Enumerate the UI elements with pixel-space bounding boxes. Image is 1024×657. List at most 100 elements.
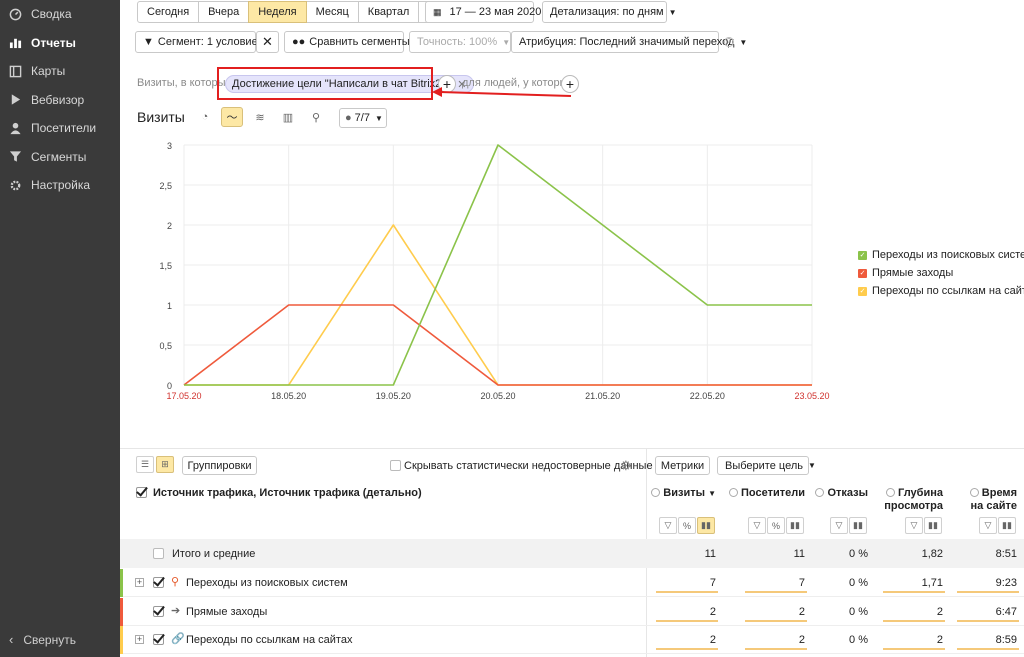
legend-label: Переходы по ссылкам на сайтах <box>872 285 1024 297</box>
value-bar <box>957 620 1019 622</box>
hide-unreliable-checkbox[interactable] <box>390 460 401 471</box>
row-value: 0 % <box>849 634 868 646</box>
date-range-button[interactable]: ▦ 17 — 23 мая 2020 <box>425 1 541 23</box>
column-tool-button[interactable]: ▽ <box>659 517 677 534</box>
column-header[interactable]: Отказы <box>808 487 868 500</box>
column-tool-button[interactable]: ▮▮ <box>998 517 1016 534</box>
period-tab[interactable]: Квартал <box>357 1 420 23</box>
accuracy-dropdown[interactable]: Точность: 100% ▼ <box>409 31 511 53</box>
value-bar <box>883 620 945 622</box>
filter-icon: ▼ <box>143 36 154 48</box>
totals-checkbox[interactable] <box>153 548 164 559</box>
totals-value: 8:51 <box>995 548 1017 560</box>
expand-icon[interactable]: + <box>135 578 144 587</box>
detail-dropdown[interactable]: Детализация: по дням ▼ <box>542 1 677 23</box>
table-row[interactable]: + 🔗 Переходы по ссылкам на сайтах 2 2 0 % 2 8:5… <box>120 626 1024 654</box>
column-tool-button[interactable]: % <box>678 517 696 534</box>
row-value: 7 <box>709 577 716 589</box>
column-header[interactable]: Время на сайте <box>952 487 1017 513</box>
column-header[interactable]: Глубина просмотра <box>868 487 943 513</box>
table-row[interactable]: ➔ Прямые заходы 2 2 0 % 2 6:47 <box>120 598 1024 626</box>
sidebar-item-dashboard[interactable]: Сводка <box>0 0 120 29</box>
area-chart-button[interactable]: ≋ <box>249 107 271 127</box>
period-tab[interactable]: Неделя <box>248 1 307 23</box>
segment-dropdown[interactable]: ▼ Сегмент: 1 условие ▼ <box>135 31 271 53</box>
row-value: 0 % <box>849 606 868 618</box>
y-tick-label: 3 <box>167 141 172 151</box>
column-header[interactable]: Посетители <box>715 487 805 500</box>
legend-item[interactable]: ✓ Прямые заходы <box>858 267 953 279</box>
goal-select-dropdown[interactable]: Выберите цель ▼ <box>717 456 816 475</box>
list-view-button[interactable]: ☰ <box>136 456 154 473</box>
row-checkbox[interactable] <box>153 606 164 617</box>
column-tool-button[interactable]: ▮▮ <box>849 517 867 534</box>
sidebar-item-filter[interactable]: Сегменты <box>0 143 120 172</box>
bar-chart-button[interactable]: ▥ <box>277 107 299 127</box>
gear-icon[interactable]: ⚙ <box>620 458 632 474</box>
period-tab[interactable]: Месяц <box>305 1 359 23</box>
series-selector-dropdown[interactable]: ● 7/7 ▼ <box>339 108 387 128</box>
column-tool-button[interactable]: % <box>767 517 785 534</box>
line-chart-button[interactable]: 〜 <box>221 107 243 127</box>
y-tick-label: 0 <box>167 381 172 391</box>
column-title: Глубина <box>898 487 943 499</box>
bar-chart-icon: ▥ <box>282 111 294 124</box>
clear-segment-button[interactable]: ✕ <box>256 31 279 53</box>
expand-icon[interactable]: + <box>135 635 144 644</box>
column-tool-button[interactable]: ▽ <box>905 517 923 534</box>
bars-icon: ▮▮ <box>853 520 863 530</box>
period-tab[interactable]: Вчера <box>198 1 250 23</box>
column-header[interactable]: Визиты ▼ <box>636 487 716 500</box>
collapse-sidebar-button[interactable]: ‹ Свернуть <box>0 632 120 647</box>
map-pin-icon: ⚲ <box>311 111 321 124</box>
detail-label: Детализация: по дням <box>550 6 664 18</box>
bar-chart-icon <box>9 36 22 49</box>
column-tool-button[interactable]: ▽ <box>979 517 997 534</box>
table-row[interactable]: + ⚲ Переходы из поисковых систем 7 7 0 % 1,71 9… <box>120 569 1024 597</box>
bars-icon: ▮▮ <box>1002 520 1012 530</box>
metrics-button[interactable]: Метрики <box>655 456 710 475</box>
compare-segments-dropdown[interactable]: ●● Сравнить сегменты ▼ <box>284 31 423 53</box>
column-tool-button[interactable]: ▽ <box>748 517 766 534</box>
pie-chart-button[interactable]: ◔ <box>194 107 216 127</box>
help-icon[interactable]: ? <box>724 37 734 47</box>
row-value: 2 <box>798 606 805 618</box>
row-checkbox[interactable] <box>153 577 164 588</box>
dimension-checkbox[interactable] <box>136 487 147 498</box>
sidebar-item-label: Отчеты <box>31 35 76 50</box>
column-tool-button[interactable]: ▽ <box>830 517 848 534</box>
chevron-down-icon: ▼ <box>668 7 677 17</box>
column-tool-button[interactable]: ▮▮ <box>924 517 942 534</box>
dimension-header: Источник трафика, Источник трафика (дета… <box>153 487 422 499</box>
sidebar-item-bar-chart[interactable]: Отчеты <box>0 29 120 58</box>
calendar-icon: ▦ <box>433 6 442 17</box>
segment-label: Сегмент: 1 условие <box>157 36 258 48</box>
binoculars-icon: ●● <box>292 36 306 48</box>
sidebar-item-person[interactable]: Посетители <box>0 114 120 143</box>
groupings-label: Группировки <box>187 459 252 472</box>
filter-icon: ▽ <box>910 520 918 530</box>
column-tool-button[interactable]: ▮▮ <box>697 517 715 534</box>
groupings-button[interactable]: Группировки <box>182 456 257 475</box>
row-color-bar <box>120 569 123 597</box>
legend-item[interactable]: ✓ Переходы по ссылкам на сайтах <box>858 285 1024 297</box>
row-value: 2 <box>936 634 943 646</box>
legend-item[interactable]: ✓ Переходы из поисковых систем <box>858 249 1024 261</box>
sidebar-item-map[interactable]: Карты <box>0 57 120 86</box>
row-checkbox[interactable] <box>153 634 164 645</box>
row-value: 1,71 <box>921 577 943 589</box>
info-icon <box>969 488 979 497</box>
legend-label: Прямые заходы <box>872 267 954 279</box>
tree-view-button[interactable]: ⊞ <box>156 456 174 473</box>
x-tick-label: 23.05.20 <box>794 391 829 401</box>
attribution-dropdown[interactable]: Атрибуция: Последний значимый переход ▼ <box>511 31 747 53</box>
sidebar-item-gear[interactable]: Настройка <box>0 171 120 200</box>
sidebar-item-play[interactable]: Вебвизор <box>0 86 120 115</box>
map-chart-button[interactable]: ⚲ <box>305 107 327 127</box>
tree-icon: ⊞ <box>161 459 169 469</box>
main-content: СегодняВчераНеделяМесяцКварталГод ▦ 17 —… <box>120 0 1024 657</box>
column-tool-button[interactable]: ▮▮ <box>786 517 804 534</box>
period-tab[interactable]: Сегодня <box>137 1 200 23</box>
value-bar <box>745 591 807 593</box>
pie-icon: ◔ <box>201 111 209 123</box>
